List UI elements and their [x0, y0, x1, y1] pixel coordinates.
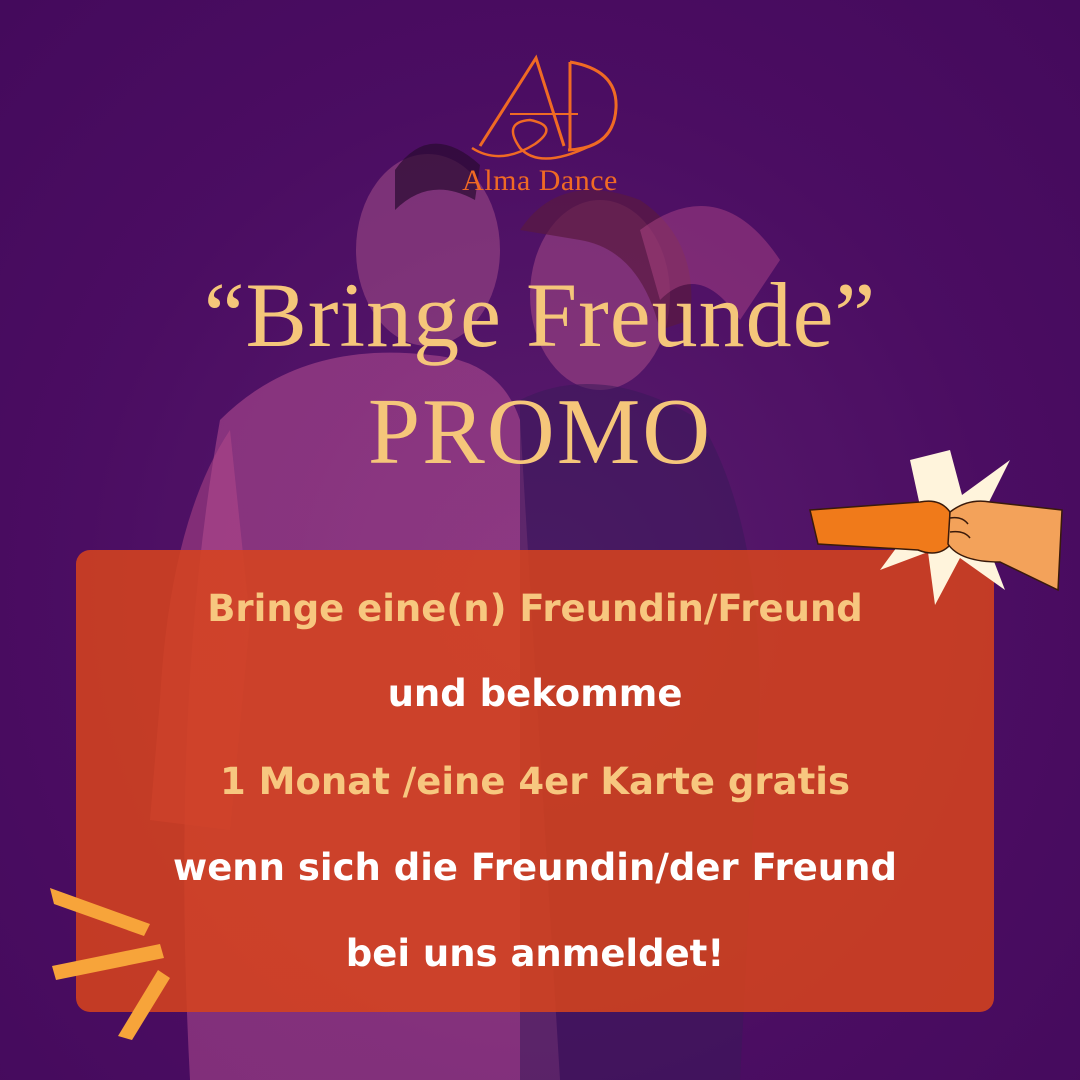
- headline-title: “Bringe Freunde”: [203, 264, 877, 366]
- fist-bump-icon: [809, 450, 1063, 605]
- burst-lines-icon: [50, 888, 170, 1040]
- promo-poster: Alma Dance “Bringe Freunde” PROMO Bringe…: [0, 0, 1080, 1080]
- offer-line-4: wenn sich die Freundin/der Freund: [173, 846, 897, 889]
- brand-name: Alma Dance: [462, 164, 618, 197]
- offer-line-5: bei uns anmeldet!: [345, 932, 725, 975]
- offer-line-2: und bekomme: [387, 672, 683, 715]
- offer-line-3: 1 Monat /eine 4er Karte gratis: [220, 760, 850, 803]
